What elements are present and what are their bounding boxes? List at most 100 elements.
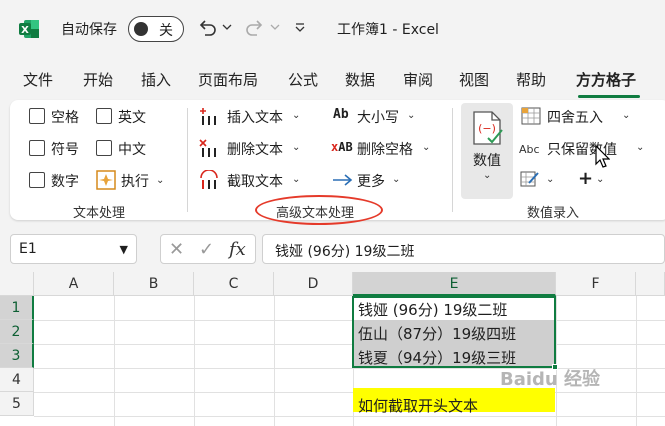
column-header-f[interactable]: F [556, 272, 636, 296]
tab-fangfanggezi[interactable]: 方方格子 [576, 69, 636, 90]
active-tab-indicator [578, 95, 640, 98]
insert-text-chevron-icon[interactable]: ⌄ [292, 110, 300, 121]
remove-space-button[interactable]: 删除空格 [357, 139, 413, 159]
tab-page-layout[interactable]: 页面布局 [198, 69, 258, 90]
column-header-overflow[interactable] [636, 272, 665, 296]
formula-bar: E1 ▼ ✕ ✓ fx 钱娅 (96分) 19级二班 [0, 226, 665, 272]
row-header-5[interactable]: 5 [0, 392, 34, 416]
formula-content: 钱娅 (96分) 19级二班 [275, 244, 415, 260]
checkbox-number[interactable] [29, 172, 45, 188]
toggle-knob [134, 22, 148, 36]
edit-sheet-chevron-icon[interactable]: ⌄ [546, 174, 554, 185]
column-header-a[interactable]: A [34, 272, 114, 296]
name-box[interactable]: E1 ▼ [10, 234, 137, 264]
insert-function-icon[interactable]: fx [229, 239, 246, 260]
insert-text-icon [200, 108, 216, 125]
delete-text-chevron-icon[interactable]: ⌄ [292, 142, 300, 153]
insert-text-button[interactable]: 插入文本 [227, 107, 283, 127]
gridline [556, 296, 557, 426]
redo-dropdown-icon[interactable] [270, 22, 280, 32]
label-english: 英文 [118, 110, 146, 126]
formula-input[interactable]: 钱娅 (96分) 19级二班 [262, 234, 665, 264]
extract-text-chevron-icon[interactable]: ⌄ [292, 174, 300, 185]
gridline [34, 320, 665, 321]
ribbon-tabs: 文件 开始 插入 页面布局 公式 数据 审阅 视图 帮助 方方格子 [0, 60, 665, 98]
row-header-2[interactable]: 2 [0, 320, 34, 344]
undo-icon[interactable] [196, 17, 218, 39]
label-chinese: 中文 [118, 142, 146, 158]
svg-text:X: X [21, 25, 29, 36]
formula-buttons: ✕ ✓ fx [160, 234, 256, 264]
excel-logo-icon: X [19, 20, 39, 38]
round-icon [521, 107, 541, 125]
execute-icon[interactable] [96, 170, 116, 190]
customize-qat-icon[interactable] [294, 22, 306, 34]
execute-button[interactable]: 执行 [121, 171, 149, 191]
label-symbol: 符号 [51, 142, 79, 158]
keep-value-icon: Abc [519, 143, 540, 156]
gridline [34, 344, 665, 345]
delete-text-icon [199, 139, 216, 157]
group-label-text: 文本处理 [73, 206, 126, 221]
tab-review[interactable]: 审阅 [403, 69, 433, 90]
select-all-corner[interactable] [0, 272, 34, 296]
tab-help[interactable]: 帮助 [516, 69, 546, 90]
more-button[interactable]: 更多 [357, 171, 385, 191]
checkbox-chinese[interactable] [96, 140, 112, 156]
label-space: 空格 [51, 110, 79, 126]
checkbox-space[interactable] [29, 108, 45, 124]
execute-chevron-icon[interactable]: ⌄ [156, 175, 164, 186]
mouse-cursor-icon [595, 144, 610, 168]
value-icon: (−) [473, 111, 503, 145]
case-chevron-icon[interactable]: ⌄ [407, 110, 415, 121]
keep-value-chevron-icon[interactable]: ⌄ [636, 142, 644, 153]
case-icon: Ab [333, 107, 349, 122]
confirm-icon[interactable]: ✓ [199, 239, 214, 260]
cell-e5[interactable]: 如何截取开头文本 [358, 395, 478, 416]
tab-data[interactable]: 数据 [345, 69, 375, 90]
tab-home[interactable]: 开始 [83, 69, 113, 90]
remove-space-chevron-icon[interactable]: ⌄ [422, 142, 430, 153]
undo-dropdown-icon[interactable] [222, 22, 232, 32]
extract-text-button[interactable]: 截取文本 [227, 171, 283, 191]
row-header-4[interactable]: 4 [0, 368, 34, 392]
label-number: 数字 [51, 174, 79, 190]
gridline [34, 392, 665, 393]
row-header-3[interactable]: 3 [0, 344, 34, 368]
row-header-1[interactable]: 1 [0, 296, 34, 320]
autosave-state: 关 [159, 23, 173, 39]
gridline [194, 296, 195, 426]
checkbox-symbol[interactable] [29, 140, 45, 156]
gridline [114, 296, 115, 426]
autosave-toggle[interactable]: 关 [128, 16, 184, 42]
delete-text-button[interactable]: 删除文本 [227, 139, 283, 159]
plus-chevron-icon[interactable]: ⌄ [596, 174, 604, 185]
name-box-chevron-icon[interactable]: ▼ [120, 243, 128, 256]
round-chevron-icon[interactable]: ⌄ [622, 110, 630, 121]
case-button[interactable]: 大小写 [357, 107, 399, 127]
plus-icon[interactable]: + [578, 168, 593, 189]
tab-insert[interactable]: 插入 [141, 69, 171, 90]
annotation-oval [255, 195, 383, 225]
tab-view[interactable]: 视图 [459, 69, 489, 90]
selection-range [352, 296, 556, 368]
worksheet-grid[interactable]: A B C D E F 1 2 3 4 5 钱娅 (96分) 19级二班 伍山（… [0, 272, 665, 426]
ribbon-separator [452, 108, 453, 212]
value-chevron-icon[interactable]: ⌄ [483, 170, 491, 181]
value-button-label: 数值 [473, 153, 501, 169]
edit-sheet-icon[interactable] [520, 170, 540, 188]
tab-file[interactable]: 文件 [23, 69, 53, 90]
column-header-e[interactable]: E [353, 272, 556, 296]
group-label-numeric: 数值录入 [527, 206, 580, 221]
redo-icon[interactable] [244, 17, 266, 39]
gridline [34, 416, 665, 417]
checkbox-english[interactable] [96, 108, 112, 124]
more-chevron-icon[interactable]: ⌄ [392, 174, 400, 185]
column-header-c[interactable]: C [194, 272, 274, 296]
column-header-b[interactable]: B [114, 272, 194, 296]
cancel-icon[interactable]: ✕ [169, 239, 184, 260]
column-header-d[interactable]: D [274, 272, 353, 296]
title-bar: X 自动保存 关 工作簿1 - Excel [0, 0, 665, 60]
round-button[interactable]: 四舍五入 [547, 107, 603, 127]
tab-formulas[interactable]: 公式 [288, 69, 318, 90]
